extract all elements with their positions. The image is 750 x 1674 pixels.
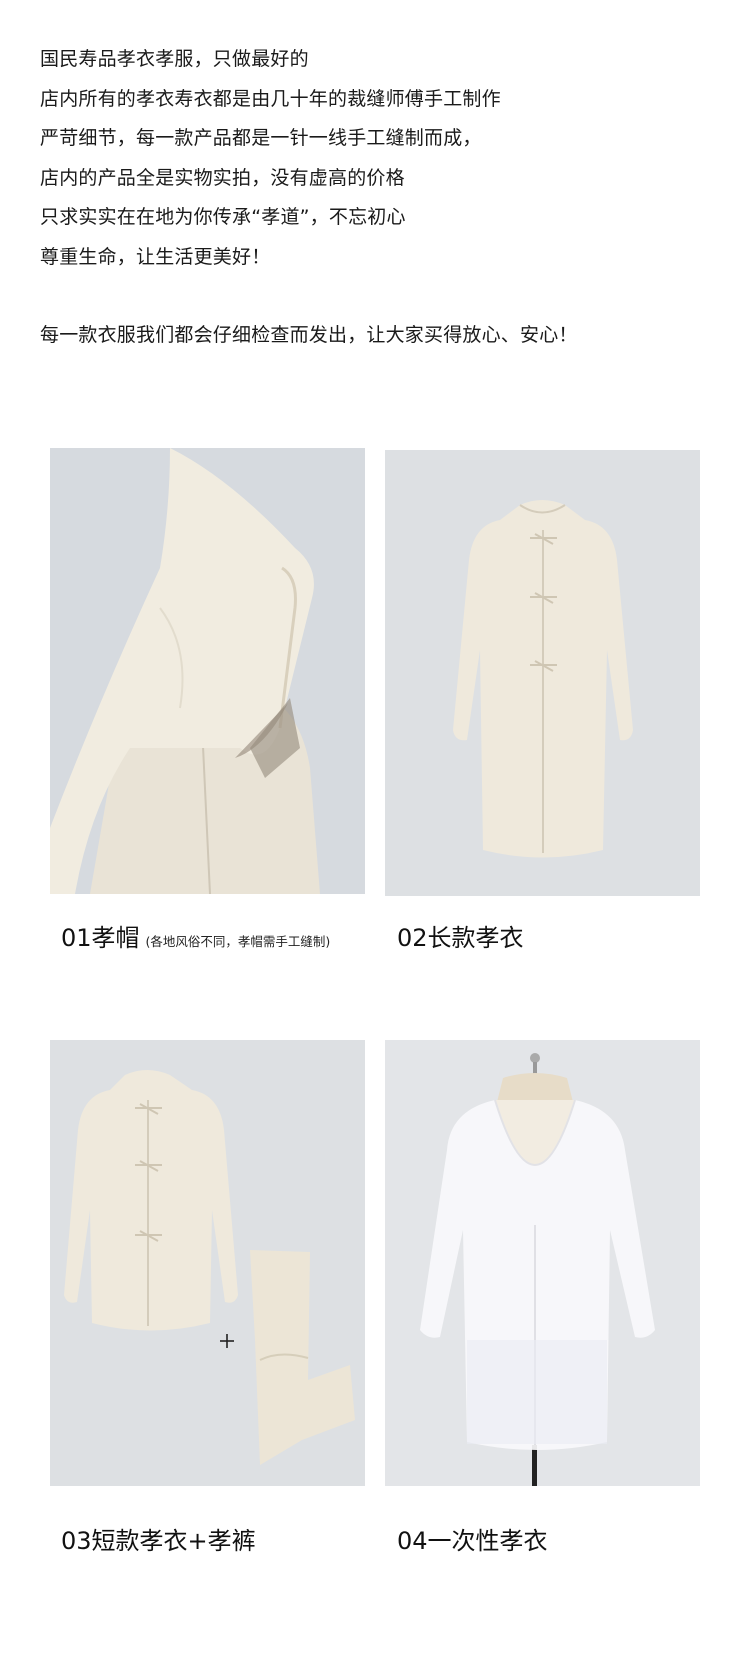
product-caption: 04一次性孝衣 [397,1521,548,1556]
intro-line: 严苛细节，每一款产品都是一针一线手工缝制而成， [40,127,482,149]
product-number: 03 [61,1527,92,1555]
product-image-long-robe [385,450,700,896]
disposable-mourning-gown-icon [385,1040,700,1486]
mourning-hood-icon [50,448,365,894]
product-caption: 02长款孝衣 [397,918,524,953]
intro-line: 尊重生命，让生活更美好！ [40,245,271,268]
product-number: 04 [397,1527,428,1555]
product-note: (各地风俗不同，孝帽需手工缝制) [145,934,331,949]
product-image-disposable-gown [385,1040,700,1486]
short-mourning-jacket-and-trousers-icon [50,1040,365,1486]
intro-line: 店内所有的孝衣寿衣都是由几十年的裁缝师傅手工制作 [40,87,501,110]
product-image-short-jacket [50,1040,365,1486]
product-caption: 01孝帽 (各地风俗不同，孝帽需手工缝制) [61,918,330,953]
product-name: 一次性孝衣 [427,1527,548,1555]
intro-closing: 每一款衣服我们都会仔细检查而发出，让大家买得放心、安心！ [40,324,578,346]
product-number: 01 [61,924,92,952]
product-number: 02 [397,924,428,952]
intro-text: 国民寿品孝衣孝服，只做最好的 店内所有的孝衣寿衣都是由几十年的裁缝师傅手工制作 … [40,40,720,356]
intro-line: 店内的产品全是实物实拍，没有虚高的价格 [40,166,405,189]
product-name: 孝帽 [91,924,140,952]
product-caption: 03短款孝衣+孝裤 [61,1521,256,1556]
long-mourning-robe-icon [385,450,700,896]
product-image-hood [50,448,365,894]
intro-line: 只求实实在在地为你传承“孝道”，不忘初心 [40,206,406,228]
product-name: 短款孝衣+孝裤 [91,1527,256,1555]
product-name: 长款孝衣 [427,924,524,952]
intro-line: 国民寿品孝衣孝服，只做最好的 [40,48,309,70]
